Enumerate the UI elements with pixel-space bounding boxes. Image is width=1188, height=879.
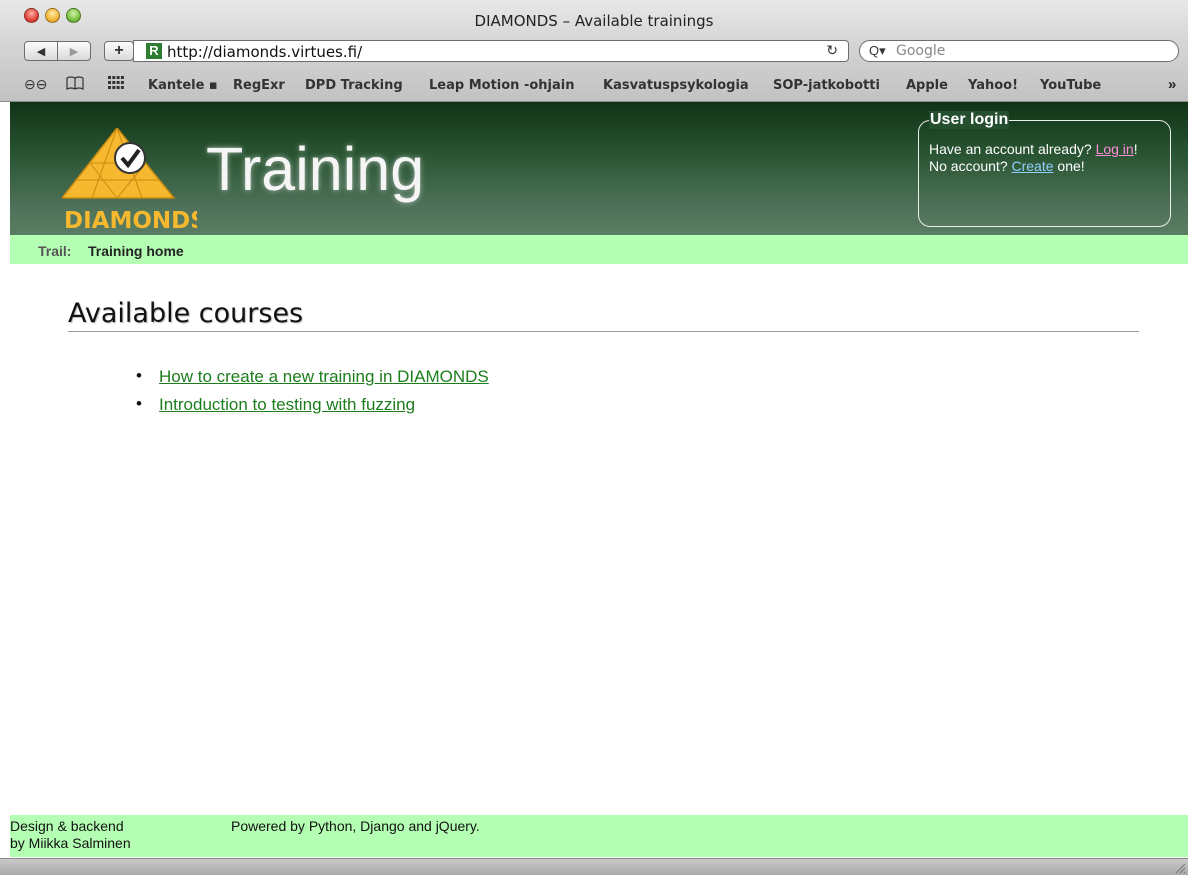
title-bar: DIAMONDS – Available trainings xyxy=(0,0,1188,36)
bookmark-leap-motion[interactable]: Leap Motion -ohjain xyxy=(429,78,574,93)
logo-text: DIAMONDS xyxy=(64,208,197,233)
forward-button[interactable]: ▶ xyxy=(57,41,91,61)
create-prompt-suffix: one! xyxy=(1053,158,1085,174)
footer-powered-by: Powered by Python, Django and jQuery. xyxy=(231,818,480,834)
window-title: DIAMONDS – Available trainings xyxy=(474,12,714,30)
site-favicon-icon: R xyxy=(146,43,162,59)
create-prompt-text: No account? xyxy=(929,158,1012,174)
course-link[interactable]: How to create a new training in DIAMONDS xyxy=(159,367,489,387)
address-bar[interactable]: R http://diamonds.virtues.fi/ ↻ xyxy=(133,40,849,62)
create-account-prompt: No account? Create one! xyxy=(929,158,1085,174)
login-prompt: Have an account already? Log in! xyxy=(929,141,1138,157)
back-button[interactable]: ◀ xyxy=(24,41,58,61)
footer-credit-line1: Design & backend xyxy=(10,818,124,834)
reading-list-icon[interactable]: ⊖⊖ xyxy=(24,76,47,93)
reload-icon[interactable]: ↻ xyxy=(826,42,838,59)
user-login-box: User login Have an account already? Log … xyxy=(918,111,1171,227)
site-footer: Design & backend by Miikka Salminen Powe… xyxy=(10,815,1188,857)
search-input[interactable]: Q▾ Google xyxy=(859,40,1179,62)
status-bar xyxy=(0,858,1188,875)
web-page: DIAMONDS Training User login Have an acc… xyxy=(10,102,1188,858)
courses-heading: Available courses xyxy=(68,298,1139,332)
breadcrumb: Trail: Training home xyxy=(10,235,1188,264)
add-bookmark-button[interactable]: + xyxy=(104,41,134,61)
bookmark-dpd-tracking[interactable]: DPD Tracking xyxy=(305,78,403,93)
browser-window: DIAMONDS – Available trainings ◀ ▶ + R h… xyxy=(0,0,1188,875)
diamonds-logo[interactable]: DIAMONDS xyxy=(60,126,207,234)
bookmark-apple[interactable]: Apple xyxy=(906,78,948,93)
more-bookmarks-chevron-icon[interactable]: » xyxy=(1168,76,1176,93)
bookmark-youtube[interactable]: YouTube xyxy=(1040,78,1101,93)
footer-credit: Design & backend by Miikka Salminen xyxy=(10,818,131,852)
bookmark-yahoo[interactable]: Yahoo! xyxy=(968,78,1018,93)
search-placeholder: Google xyxy=(896,43,946,59)
bookmark-regexr[interactable]: RegExr xyxy=(233,78,285,93)
login-box-title: User login xyxy=(929,111,1010,129)
bookmarks-book-icon[interactable] xyxy=(66,76,84,93)
course-link[interactable]: Introduction to testing with fuzzing xyxy=(159,395,415,415)
resize-grip-icon[interactable] xyxy=(1174,861,1186,874)
browser-chrome: DIAMONDS – Available trainings ◀ ▶ + R h… xyxy=(0,0,1188,102)
create-account-link[interactable]: Create xyxy=(1012,158,1054,174)
bookmarks-bar: ⊖⊖ Kantele ▪ RegExr DPD Tracking Leap Mo… xyxy=(0,74,1188,98)
footer-credit-line2: by Miikka Salminen xyxy=(10,835,131,851)
top-sites-grid-icon[interactable] xyxy=(108,76,124,92)
login-prompt-text: Have an account already? xyxy=(929,141,1096,157)
search-icon[interactable]: Q▾ xyxy=(869,43,886,59)
breadcrumb-label: Trail: xyxy=(38,243,72,259)
url-text[interactable]: http://diamonds.virtues.fi/ xyxy=(167,43,362,61)
page-title: Training xyxy=(206,135,425,203)
bookmark-kantele[interactable]: Kantele ▪ xyxy=(148,78,218,93)
bookmark-kasvatuspsykologia[interactable]: Kasvatuspsykologia xyxy=(603,78,749,93)
breadcrumb-item-training-home[interactable]: Training home xyxy=(88,243,184,259)
site-header: DIAMONDS Training User login Have an acc… xyxy=(10,102,1188,235)
bookmark-sop-jatkobotti[interactable]: SOP-jatkobotti xyxy=(773,78,880,93)
log-in-link[interactable]: Log in xyxy=(1096,141,1134,157)
login-prompt-suffix: ! xyxy=(1133,141,1138,157)
